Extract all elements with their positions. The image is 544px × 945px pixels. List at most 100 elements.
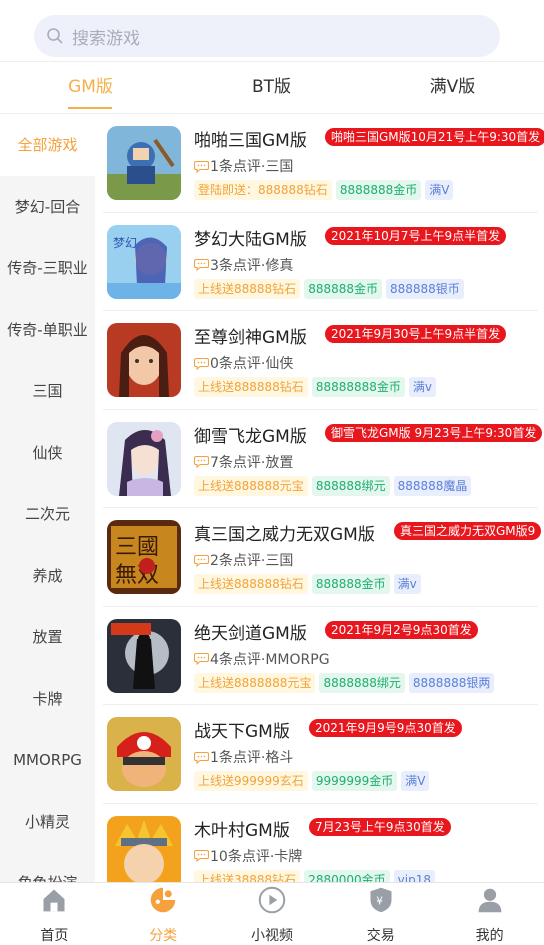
nav-label: 交易: [366, 928, 395, 944]
review-text: 0条点评·仙侠: [210, 356, 294, 372]
game-list-item[interactable]: 御雪飞龙GM版 御雪飞龙GM版 9月23号上午9:30首发 7条点评·放置 上线…: [103, 410, 543, 508]
launch-badge: 2021年9月30号上午9点半首发: [325, 325, 507, 343]
reward-tag: 888888绑元: [311, 475, 390, 496]
review-text: 10条点评·卡牌: [210, 848, 303, 865]
reward-tag: 888888银币: [386, 278, 464, 299]
game-list-item[interactable]: 木叶村GM版 7月23号上午9点30首发 10条点评·卡牌 上线送38888钻石…: [103, 804, 538, 882]
category-sidebar: 全部游戏 梦幻-回合 传奇-三职业 传奇-单职业 三国 仙侠 二次元 养成 放置…: [0, 114, 95, 882]
game-thumbnail: [107, 717, 181, 791]
reward-tag: 8888888银两: [408, 672, 495, 693]
trade-shield-icon: ¥: [370, 887, 392, 913]
comment-icon: [194, 652, 209, 665]
review-text: 1条点评·三国: [210, 159, 294, 175]
reward-tags: 上线送8888888元宝 8888888绑元 8888888银两: [194, 672, 495, 693]
sidebar-item-anime[interactable]: 二次元: [0, 483, 95, 545]
svg-text:三國: 三國: [115, 535, 159, 560]
sidebar-item-sanguo[interactable]: 三国: [0, 360, 95, 422]
game-thumbnail: 三國 無双: [107, 520, 181, 594]
launch-badge: 2021年10月7号上午9点半首发: [325, 226, 507, 245]
review-line: 7条点评·放置: [194, 452, 293, 472]
reward-tag: 上线送888888钻石: [194, 574, 308, 594]
search-icon: [47, 28, 63, 44]
game-thumbnail: [107, 323, 181, 397]
launch-badge: 2021年9月2号9点30首发: [325, 620, 478, 639]
review-line: 10条点评·卡牌: [194, 846, 302, 866]
sidebar-item-xianxia[interactable]: 仙侠: [0, 422, 95, 484]
sidebar-item-rpg[interactable]: 角色扮演: [0, 852, 95, 882]
nav-video[interactable]: 小视频: [218, 883, 327, 945]
review-text: 1条点评·格斗: [210, 750, 294, 766]
game-list-item[interactable]: 绝天剑道GM版 2021年9月2号9点30首发 4条点评·MMORPG 上线送8…: [103, 607, 538, 705]
nav-label: 小视频: [250, 928, 293, 944]
nav-home[interactable]: 首页: [0, 883, 109, 945]
home-icon: [43, 889, 65, 912]
game-list-item[interactable]: 战天下GM版 2021年9月9号9点30首发 1条点评·格斗 上线送999999…: [103, 705, 538, 804]
reward-tag: 上线送38888钻石: [194, 869, 301, 882]
reward-tags: 登陆即送：888888钻石 8888888金币 满V: [194, 180, 454, 200]
tab-gm[interactable]: GM版: [0, 62, 181, 113]
reward-tags: 上线送888888元宝 888888绑元 888888魔晶: [194, 475, 472, 496]
reward-tags: 上线送888888钻石 888888金币 满v: [194, 574, 421, 594]
sidebar-item-mmorpg[interactable]: MMORPG: [0, 729, 95, 791]
game-thumbnail: [107, 815, 181, 882]
game-title: 啪啪三国GM版: [194, 131, 307, 151]
nav-trade[interactable]: ¥ 交易: [326, 883, 435, 945]
video-icon: [258, 886, 286, 914]
reward-tag: 上线送888888钻石: [194, 377, 308, 397]
user-icon: [478, 888, 501, 913]
comment-icon: [194, 849, 209, 862]
comment-icon: [194, 357, 209, 370]
review-text: 7条点评·放置: [210, 454, 294, 471]
game-title: 战天下GM版: [194, 722, 290, 742]
sidebar-item-pet[interactable]: 小精灵: [0, 791, 95, 853]
reward-tag: 9999999金币: [311, 771, 398, 791]
nav-profile[interactable]: 我的: [435, 883, 544, 945]
reward-tag: 8888888金币: [335, 180, 422, 200]
sidebar-item-yangcheng[interactable]: 养成: [0, 545, 95, 607]
game-title: 至尊剑神GM版: [194, 328, 307, 348]
bottom-nav: 首页 分类 小视频 ¥ 交易 我的: [0, 882, 544, 945]
game-list: 啪啪三国GM版 啪啪三国GM版10月21号上午9:30首发 1条点评·三国 登陆…: [95, 114, 544, 882]
reward-tag: 满v: [408, 377, 437, 397]
version-tabs: GM版 BT版 满V版: [0, 62, 544, 114]
game-title: 绝天剑道GM版: [194, 623, 307, 644]
reward-tag: 88888888金币: [311, 377, 405, 397]
launch-badge: 7月23号上午9点30首发: [309, 817, 451, 836]
game-list-item[interactable]: 啪啪三国GM版 啪啪三国GM版10月21号上午9:30首发 1条点评·三国 登陆…: [103, 114, 544, 213]
reward-tag: 满V: [401, 771, 430, 791]
game-list-item[interactable]: 至尊剑神GM版 2021年9月30号上午9点半首发 0条点评·仙侠 上线送888…: [103, 311, 538, 410]
tab-full-v[interactable]: 满V版: [362, 62, 543, 113]
launch-badge: 啪啪三国GM版10月21号上午9:30首发: [325, 128, 544, 146]
sidebar-item-idle[interactable]: 放置: [0, 606, 95, 668]
game-list-item[interactable]: 梦幻 梦幻大陆GM版 2021年10月7号上午9点半首发 3条点评·修真 上线送…: [103, 213, 538, 311]
nav-category[interactable]: 分类: [109, 883, 218, 945]
category-icon: [150, 887, 176, 913]
reward-tag: 登陆即送：888888钻石: [194, 180, 332, 200]
reward-tag: 888888金币: [311, 574, 390, 594]
nav-label: 首页: [40, 928, 69, 944]
sidebar-item-card[interactable]: 卡牌: [0, 668, 95, 730]
reward-tag: 888888魔晶: [393, 475, 472, 496]
sidebar-item-menghuan[interactable]: 梦幻-回合: [0, 176, 95, 238]
game-thumbnail: [107, 421, 181, 496]
review-text: 2条点评·三国: [210, 553, 294, 569]
review-text: 4条点评·MMORPG: [210, 651, 330, 668]
svg-text:梦幻: 梦幻: [113, 236, 137, 250]
game-title: 木叶村GM版: [194, 820, 290, 841]
search-input[interactable]: 搜索游戏: [34, 15, 500, 57]
sidebar-item-chuanqi-1[interactable]: 传奇-单职业: [0, 299, 95, 361]
comment-icon: [194, 258, 209, 271]
comment-icon: [194, 554, 209, 567]
tab-bt[interactable]: BT版: [181, 62, 362, 113]
launch-badge: 御雪飞龙GM版 9月23号上午9:30首发: [325, 423, 543, 442]
sidebar-item-chuanqi-3[interactable]: 传奇-三职业: [0, 237, 95, 299]
review-line: 3条点评·修真: [194, 255, 293, 275]
game-thumbnail: [107, 618, 181, 693]
review-line: 1条点评·格斗: [194, 747, 293, 767]
app-page: 搜索游戏 GM版 BT版 满V版 全部游戏 梦幻-回合 传奇-三职业 传奇-单职…: [0, 0, 544, 945]
reward-tag: 888888金币: [304, 278, 382, 299]
sidebar-item-all[interactable]: 全部游戏: [0, 114, 95, 176]
game-list-item[interactable]: 三國 無双 真三国之威力无双GM版 真三国之威力无双GM版9 2条点评·三国 上线…: [103, 508, 542, 607]
comment-icon: [194, 160, 209, 173]
review-line: 2条点评·三国: [194, 550, 293, 570]
